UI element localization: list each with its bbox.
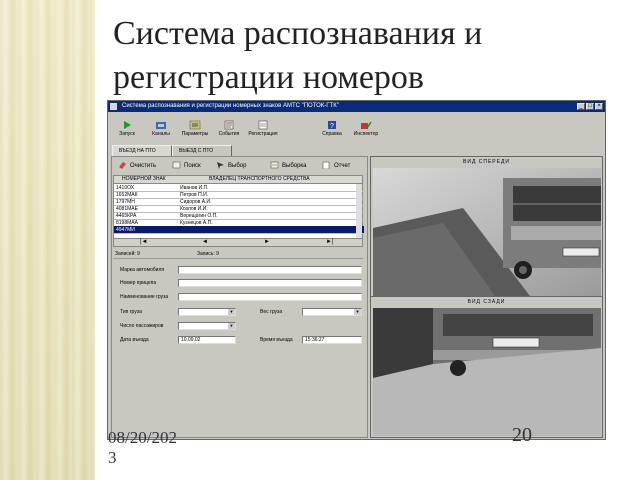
toolbar-button-channels[interactable]: Каналы: [144, 114, 178, 144]
cargo-name-field[interactable]: [178, 293, 362, 301]
select-button[interactable]: Выбор: [216, 160, 246, 172]
rear-camera-image: [373, 308, 601, 436]
current-record: Запись: 9: [197, 251, 219, 257]
toolbar-button-launch[interactable]: Запуск: [110, 114, 144, 144]
window-system-icon[interactable]: [110, 103, 117, 110]
entry-date-label: Дата въезда: [120, 337, 149, 343]
app-window: Система распознавания и регистрации номе…: [107, 100, 606, 440]
search-button[interactable]: Поиск: [172, 160, 201, 172]
svg-text:?: ?: [330, 123, 334, 130]
registry-panel: Очистить Поиск Выбор Выборка Отчет НОМЕР…: [111, 156, 368, 438]
front-camera-image: [373, 168, 601, 300]
chevron-down-icon[interactable]: ▼: [228, 309, 235, 315]
tab-entry[interactable]: ВЪЕЗД НА ПТО: [112, 145, 172, 156]
table-scrollbar[interactable]: [356, 184, 362, 238]
events-icon: [223, 120, 235, 130]
cargo-weight-label: Вес груза: [260, 309, 283, 315]
make-label: Марка автомобиля: [120, 267, 165, 273]
slide-background-strip: [0, 0, 95, 480]
query-button[interactable]: Выборка: [270, 160, 307, 172]
slide-page-number: 20: [512, 424, 532, 446]
slide-title: Система распознавания и регистрации номе…: [113, 12, 482, 100]
table-row-selected[interactable]: 4947МИ: [114, 226, 364, 234]
last-record-button[interactable]: ►|: [326, 239, 334, 246]
play-icon: [121, 120, 133, 130]
table-header: НОМЕРНОЙ ЗНАК ВЛАДЕЛЕЦ ТРАНСПОРТНОГО СРЕ…: [113, 175, 363, 184]
window-titlebar: Система распознавания и регистрации номе…: [108, 101, 605, 112]
select-icon: [216, 161, 225, 170]
toolbar-button-events[interactable]: События: [212, 114, 246, 144]
column-header-plate[interactable]: НОМЕРНОЙ ЗНАК: [122, 176, 166, 183]
parameters-icon: [189, 120, 201, 130]
window-title: Система распознавания и регистрации номе…: [122, 103, 339, 109]
slide-date: 08/20/202 3: [108, 428, 177, 467]
help-icon: ?: [326, 120, 338, 130]
next-record-button[interactable]: ►: [264, 239, 270, 246]
cargo-name-label: Наименование груза: [120, 294, 169, 300]
main-toolbar: Запуск Каналы Параметры События Регистра…: [110, 114, 412, 144]
report-button[interactable]: Отчет: [322, 160, 350, 172]
cargo-type-select[interactable]: ▼: [178, 308, 236, 316]
chevron-down-icon[interactable]: ▼: [354, 309, 361, 315]
maximize-icon[interactable]: □: [586, 103, 594, 110]
title-line-1: Система распознавания и: [113, 15, 483, 52]
prev-record-button[interactable]: ◄: [202, 239, 208, 246]
channels-icon: [155, 120, 167, 130]
entry-time-label: Время въезда: [260, 337, 293, 343]
title-line-2: регистрации номеров: [113, 59, 424, 96]
passengers-label: Число пассажиров: [120, 323, 164, 329]
trailer-label: Номер прицепа: [120, 280, 157, 286]
report-icon: [322, 161, 331, 170]
plates-table: 1410ОХ Иванов И.П. 1652МАК Петров П.И. 179…: [113, 184, 364, 238]
query-icon: [270, 161, 279, 169]
first-record-button[interactable]: |◄: [140, 239, 148, 246]
trailer-field[interactable]: [178, 279, 362, 287]
close-icon[interactable]: ×: [595, 103, 603, 110]
make-field[interactable]: [178, 266, 362, 274]
clear-button[interactable]: Очистить: [118, 160, 156, 172]
rear-view-panel: ВИД СЗАДИ: [370, 296, 603, 438]
cargo-type-label: Тип груза: [120, 309, 142, 315]
record-navigator: |◄ ◄ ► ►|: [113, 238, 363, 247]
rear-view-caption: ВИД СЗАДИ: [467, 299, 506, 305]
entry-time-field[interactable]: 15:36:27: [302, 336, 362, 344]
toolbar-button-inspector[interactable]: Инспектор: [349, 114, 383, 144]
toolbar-button-help[interactable]: ? Справка: [315, 114, 349, 144]
passengers-select[interactable]: ▼: [178, 322, 236, 330]
divider: [113, 258, 363, 259]
column-header-owner[interactable]: ВЛАДЕЛЕЦ ТРАНСПОРТНОГО СРЕДСТВА: [209, 176, 310, 183]
clear-icon: [118, 161, 127, 170]
minimize-icon[interactable]: _: [577, 103, 585, 110]
records-count: Записей: 9: [115, 251, 140, 257]
cargo-weight-select[interactable]: ▼: [302, 308, 362, 316]
search-icon: [172, 161, 181, 169]
inspector-icon: [360, 120, 372, 130]
front-view-caption: ВИД СПЕРЕДИ: [463, 159, 510, 165]
chevron-down-icon[interactable]: ▼: [228, 323, 235, 329]
registration-icon: [257, 120, 269, 130]
toolbar-button-registration[interactable]: Регистрация: [246, 114, 280, 144]
toolbar-button-parameters[interactable]: Параметры: [178, 114, 212, 144]
entry-date-field[interactable]: 10.09.02: [178, 336, 236, 344]
tab-exit[interactable]: ВЫЕЗД С ПТО: [172, 145, 232, 156]
front-view-panel: ВИД СПЕРЕДИ: [370, 156, 603, 302]
